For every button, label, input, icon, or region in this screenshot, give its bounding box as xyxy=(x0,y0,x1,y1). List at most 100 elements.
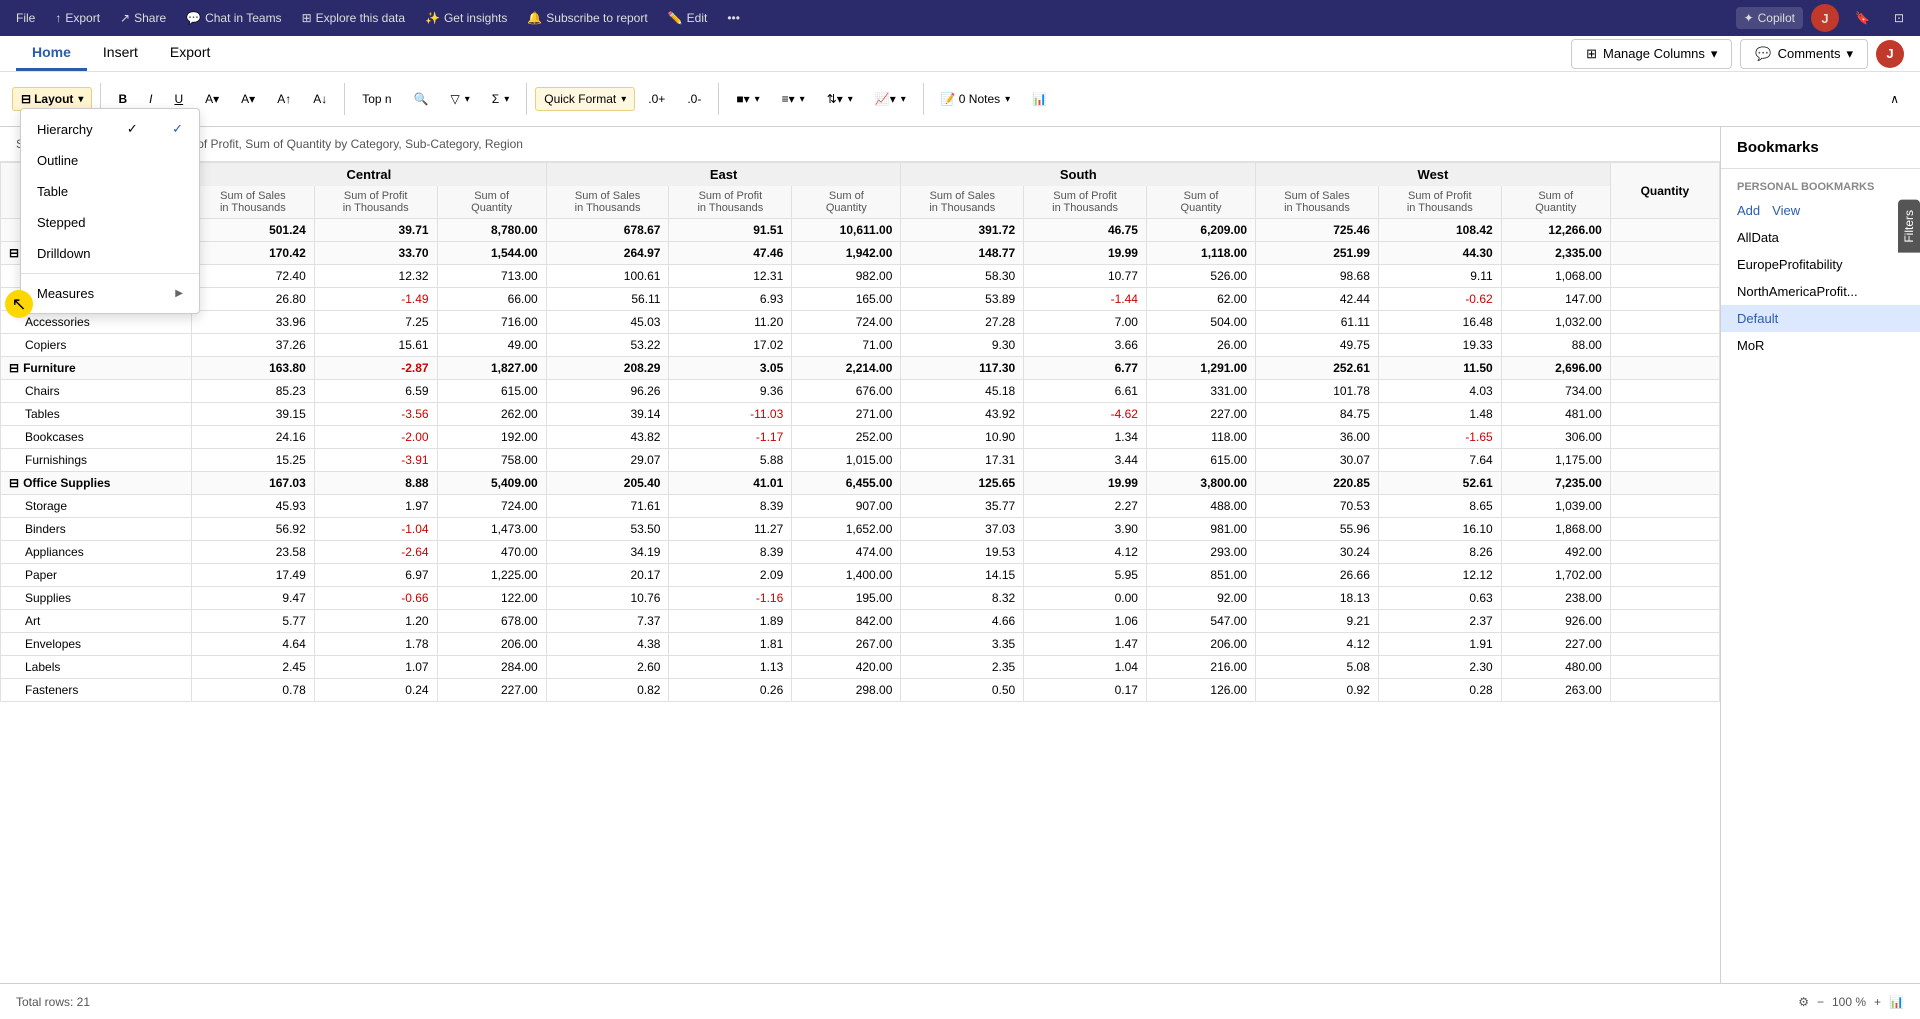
collapse-icon[interactable]: ⊟ xyxy=(9,361,19,375)
user-pic[interactable]: J xyxy=(1876,40,1904,68)
data-cell: 72.40 xyxy=(192,265,315,288)
data-cell: 8,780.00 xyxy=(437,219,546,242)
font-size-decrease[interactable]: A↓ xyxy=(304,87,336,111)
data-cell: 39.14 xyxy=(546,403,669,426)
edit-menu[interactable]: ✏️ Edit xyxy=(660,7,716,29)
tab-insert[interactable]: Insert xyxy=(87,36,154,71)
search-button[interactable]: 🔍 xyxy=(405,87,438,111)
data-cell: -1.44 xyxy=(1024,288,1147,311)
data-cell: 5.08 xyxy=(1256,656,1379,679)
comments-button[interactable]: 💬 Comments ▾ xyxy=(1740,39,1868,69)
sum-button[interactable]: Σ xyxy=(483,87,518,111)
file-menu[interactable]: File xyxy=(8,7,43,29)
sort-button[interactable]: ⇅▾ xyxy=(818,87,862,111)
data-cell: 0.28 xyxy=(1378,679,1501,702)
table-title: Sum of Sales in Thousands, Sum of Profit… xyxy=(0,127,1720,162)
sparkline-button[interactable]: 📈▾ xyxy=(866,87,915,111)
user-avatar[interactable]: J xyxy=(1811,4,1839,32)
menu-item-hierarchy[interactable]: Hierarchy ✓ xyxy=(21,113,199,145)
insights-label: Get insights xyxy=(444,11,507,25)
data-cell xyxy=(1610,426,1719,449)
share-menu[interactable]: ↗ Share xyxy=(112,7,174,29)
collapse-icon[interactable]: ⊟ xyxy=(9,476,19,490)
data-cell: 2.45 xyxy=(192,656,315,679)
collapse-icon[interactable]: ⊟ xyxy=(9,246,19,260)
data-cell xyxy=(1610,472,1719,495)
tab-home[interactable]: Home xyxy=(16,36,87,71)
data-cell: 0.82 xyxy=(546,679,669,702)
data-cell: 15.61 xyxy=(314,334,437,357)
quick-format-button[interactable]: Quick Format xyxy=(535,87,635,111)
filters-tab[interactable]: Filters xyxy=(1898,200,1920,253)
column-align-button[interactable]: ≡▾ xyxy=(773,87,814,111)
subscribe-menu[interactable]: 🔔 Subscribe to report xyxy=(519,7,655,29)
data-cell xyxy=(1610,610,1719,633)
data-cell xyxy=(1610,242,1719,265)
subscribe-icon: 🔔 xyxy=(527,11,542,25)
data-cell: 713.00 xyxy=(437,265,546,288)
copilot-icon: ✦ xyxy=(1744,11,1754,25)
collapse-ribbon[interactable]: ∧ xyxy=(1881,87,1908,111)
bookmark-mor[interactable]: MoR xyxy=(1721,332,1920,359)
data-cell: 8.39 xyxy=(669,541,792,564)
copilot-label: Copilot xyxy=(1758,11,1795,25)
decimal-increase[interactable]: .0+ xyxy=(639,87,674,111)
data-cell: 758.00 xyxy=(437,449,546,472)
copilot-button[interactable]: ✦ Copilot xyxy=(1736,7,1803,29)
data-cell xyxy=(1610,679,1719,702)
bookmark-europe[interactable]: EuropeProfitability xyxy=(1721,251,1920,278)
bookmark-northamerica[interactable]: NorthAmericaProfit... xyxy=(1721,278,1920,305)
chat-teams-menu[interactable]: 💬 Chat in Teams xyxy=(178,7,289,29)
divider-2 xyxy=(344,83,345,115)
bookmark-default[interactable]: Default xyxy=(1721,305,1920,332)
manage-columns-button[interactable]: ⊞ Manage Columns ▾ xyxy=(1571,39,1732,69)
data-cell: 10.77 xyxy=(1024,265,1147,288)
window-controls[interactable]: ⊡ xyxy=(1886,7,1912,29)
more-menu[interactable]: ••• xyxy=(719,7,748,29)
tab-export[interactable]: Export xyxy=(154,36,226,71)
explore-data-menu[interactable]: ⊞ Explore this data xyxy=(294,7,413,29)
analytics-button[interactable]: 📊 xyxy=(1023,87,1056,111)
subcategory-cell: Copiers xyxy=(1,334,192,357)
get-insights-menu[interactable]: ✨ Get insights xyxy=(417,7,515,29)
menu-item-stepped[interactable]: Stepped xyxy=(21,207,199,238)
data-cell: 45.03 xyxy=(546,311,669,334)
data-cell: -0.62 xyxy=(1378,288,1501,311)
menu-item-outline[interactable]: Outline xyxy=(21,145,199,176)
data-cell xyxy=(1610,265,1719,288)
data-cell: 43.92 xyxy=(901,403,1024,426)
data-cell: 27.28 xyxy=(901,311,1024,334)
data-cell: 46.75 xyxy=(1024,219,1147,242)
export-menu[interactable]: ↑ Export xyxy=(47,7,108,29)
south-profit: Sum of Profitin Thousands xyxy=(1024,186,1147,219)
bookmark-alldata[interactable]: AllData xyxy=(1721,224,1920,251)
view-bookmark-button[interactable]: View xyxy=(1772,203,1800,218)
font-color-button[interactable]: A▾ xyxy=(232,87,264,111)
menu-item-measures[interactable]: Measures ▶ xyxy=(21,278,199,309)
west-profit: Sum of Profitin Thousands xyxy=(1378,186,1501,219)
add-bookmark-button[interactable]: Add xyxy=(1737,203,1760,218)
data-cell: 5.77 xyxy=(192,610,315,633)
decimal-decrease[interactable]: .0- xyxy=(678,87,710,111)
data-cell: 71.00 xyxy=(792,334,901,357)
data-cell: 3.66 xyxy=(1024,334,1147,357)
notes-button[interactable]: 📝 0 Notes xyxy=(932,87,1019,111)
filter-button[interactable]: ▽ xyxy=(442,87,479,111)
table-area[interactable]: Sum of Sales in Thousands, Sum of Profit… xyxy=(0,127,1720,983)
conditional-format-button[interactable]: ■▾ xyxy=(727,87,768,111)
highlight-button[interactable]: A▾ xyxy=(196,87,228,111)
data-cell: 227.00 xyxy=(1501,633,1610,656)
data-cell: 26.66 xyxy=(1256,564,1379,587)
east-profit: Sum of Profitin Thousands xyxy=(669,186,792,219)
data-cell: 1.81 xyxy=(669,633,792,656)
menu-item-drilldown[interactable]: Drilldown xyxy=(21,238,199,269)
data-cell: -4.62 xyxy=(1024,403,1147,426)
menu-item-table[interactable]: Table xyxy=(21,176,199,207)
data-cell: 216.00 xyxy=(1146,656,1255,679)
bookmark-panel-toggle[interactable]: 🔖 xyxy=(1847,7,1878,29)
data-cell: 118.00 xyxy=(1146,426,1255,449)
top-n-button[interactable]: Top n xyxy=(353,87,400,111)
font-size-increase[interactable]: A↑ xyxy=(268,87,300,111)
data-cell xyxy=(1610,564,1719,587)
quantity-total-header: Quantity xyxy=(1610,163,1719,219)
